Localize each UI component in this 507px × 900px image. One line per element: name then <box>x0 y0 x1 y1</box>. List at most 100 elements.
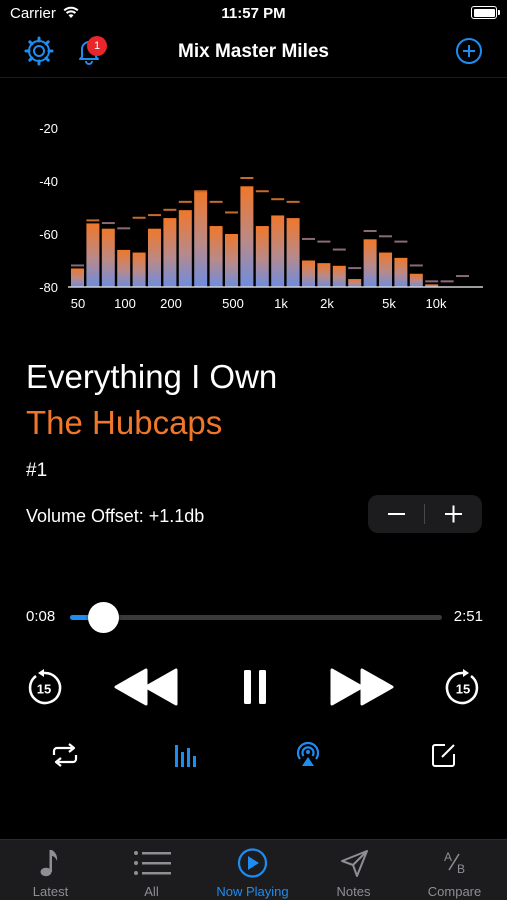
spectrum-peak <box>71 264 84 267</box>
track-title: Everything I Own <box>26 358 278 395</box>
spectrum-bar <box>332 265 346 287</box>
airplay-icon <box>296 741 320 766</box>
page-title: Mix Master Miles <box>178 41 329 62</box>
progress-slider[interactable] <box>70 602 442 633</box>
spectrum-x-tick: 2k <box>320 296 334 311</box>
spectrum-peak <box>271 198 285 201</box>
spectrum-bar <box>209 226 223 287</box>
plus-icon <box>445 505 462 523</box>
tab-latest[interactable]: Latest <box>0 840 101 900</box>
spectrum-bar <box>163 218 177 287</box>
svg-text:B: B <box>457 862 465 876</box>
spectrum-peak <box>425 280 439 283</box>
spectrum-peak <box>363 230 377 232</box>
rewind-icon <box>114 668 178 706</box>
battery-icon <box>471 6 500 19</box>
nav-bar: 1 Mix Master Miles <box>0 28 507 78</box>
pause-icon <box>244 670 266 704</box>
spectrum-analyzer: -20 -40 -60 -80 50 100 200 500 1k 2k 5k 10k <box>39 121 483 311</box>
spectrum-peak <box>379 235 392 238</box>
add-circle-icon[interactable] <box>454 36 484 66</box>
volume-offset-label: Volume Offset: +1.1db <box>26 506 205 526</box>
spectrum-peak <box>132 216 146 219</box>
elapsed-time: 0:08 <box>26 608 56 625</box>
spectrum-bar <box>225 234 238 287</box>
tab-label: Compare <box>427 884 482 899</box>
spectrum-bar <box>178 210 192 287</box>
list-icon <box>134 851 171 875</box>
track-number: #1 <box>26 460 48 481</box>
repeat-button[interactable] <box>50 741 80 769</box>
track-artist: The Hubcaps <box>26 404 223 441</box>
tab-label: Now Playing <box>216 884 289 899</box>
svg-text:15: 15 <box>37 682 51 697</box>
fast-forward-icon <box>330 668 394 706</box>
svg-text:15: 15 <box>456 682 470 697</box>
tab-compare[interactable]: A B Compare <box>404 840 505 900</box>
tab-all[interactable]: All <box>101 840 202 900</box>
spectrum-peak <box>194 190 208 193</box>
music-note-icon <box>40 850 58 877</box>
spectrum-bar <box>148 228 161 287</box>
spectrum-bar <box>286 218 300 287</box>
spectrum-y-tick: -60 <box>39 227 58 242</box>
equalizer-bars-icon <box>175 745 196 767</box>
spectrum-bar <box>363 239 377 287</box>
spectrum-bar <box>117 249 131 287</box>
spectrum-peak <box>302 237 315 240</box>
spectrum-bar <box>409 273 423 287</box>
airplay-button[interactable] <box>294 740 322 770</box>
spectrum-peak <box>86 219 100 222</box>
spectrum-bar <box>271 215 285 287</box>
progress-knob[interactable] <box>88 602 119 633</box>
ab-compare-icon: A B <box>444 850 465 876</box>
rewind-button[interactable] <box>112 666 180 708</box>
spectrum-peak <box>178 200 192 203</box>
spectrum-peak <box>456 275 469 278</box>
spectrum-peak <box>317 240 331 243</box>
minus-icon <box>388 513 405 515</box>
spectrum-peak <box>148 214 161 217</box>
play-circle-icon <box>237 848 268 878</box>
skip-forward-button[interactable]: 15 <box>443 668 483 708</box>
skip-back-button[interactable]: 15 <box>24 668 64 708</box>
paper-plane-icon <box>341 850 368 877</box>
spectrum-peak <box>394 240 408 243</box>
volume-offset-stepper <box>368 495 482 533</box>
spectrum-peak <box>332 248 346 251</box>
fast-forward-button[interactable] <box>328 666 396 708</box>
spectrum-y-tick: -40 <box>39 174 58 189</box>
tab-label: All <box>144 884 159 899</box>
svg-text:A: A <box>444 850 452 864</box>
edit-note-button[interactable] <box>430 741 458 769</box>
spectrum-peak <box>348 267 362 270</box>
spectrum-peak <box>440 280 454 283</box>
volume-decrease-button[interactable] <box>368 495 425 533</box>
spectrum-peak <box>117 227 131 230</box>
pause-button[interactable] <box>240 666 270 708</box>
spectrum-bar <box>101 228 115 287</box>
spectrum-peak <box>101 222 115 225</box>
spectrum-y-tick: -20 <box>39 121 58 136</box>
status-bar: Carrier 11:57 PM <box>0 0 507 28</box>
clock: 11:57 PM <box>221 5 286 22</box>
spectrum-peak <box>255 190 269 193</box>
spectrum-bar <box>317 263 331 287</box>
spectrum-peak <box>286 200 300 203</box>
spectrum-bar <box>240 186 254 287</box>
compose-icon <box>432 744 455 767</box>
spectrum-bar <box>194 191 208 287</box>
spectrum-bar <box>255 226 269 287</box>
spectrum-peak <box>409 264 423 267</box>
equalizer-button[interactable] <box>172 741 200 769</box>
spectrum-bar <box>348 279 362 287</box>
spectrum-y-tick: -80 <box>39 280 58 295</box>
spectrum-x-tick: 500 <box>222 296 244 311</box>
tab-now-playing[interactable]: Now Playing <box>202 840 303 900</box>
tab-notes[interactable]: Notes <box>303 840 404 900</box>
volume-increase-button[interactable] <box>425 495 482 533</box>
skip-back-15-icon: 15 <box>28 669 62 705</box>
spectrum-bar <box>71 268 84 287</box>
repeat-icon <box>52 743 78 767</box>
spectrum-x-tick: 10k <box>426 296 447 311</box>
